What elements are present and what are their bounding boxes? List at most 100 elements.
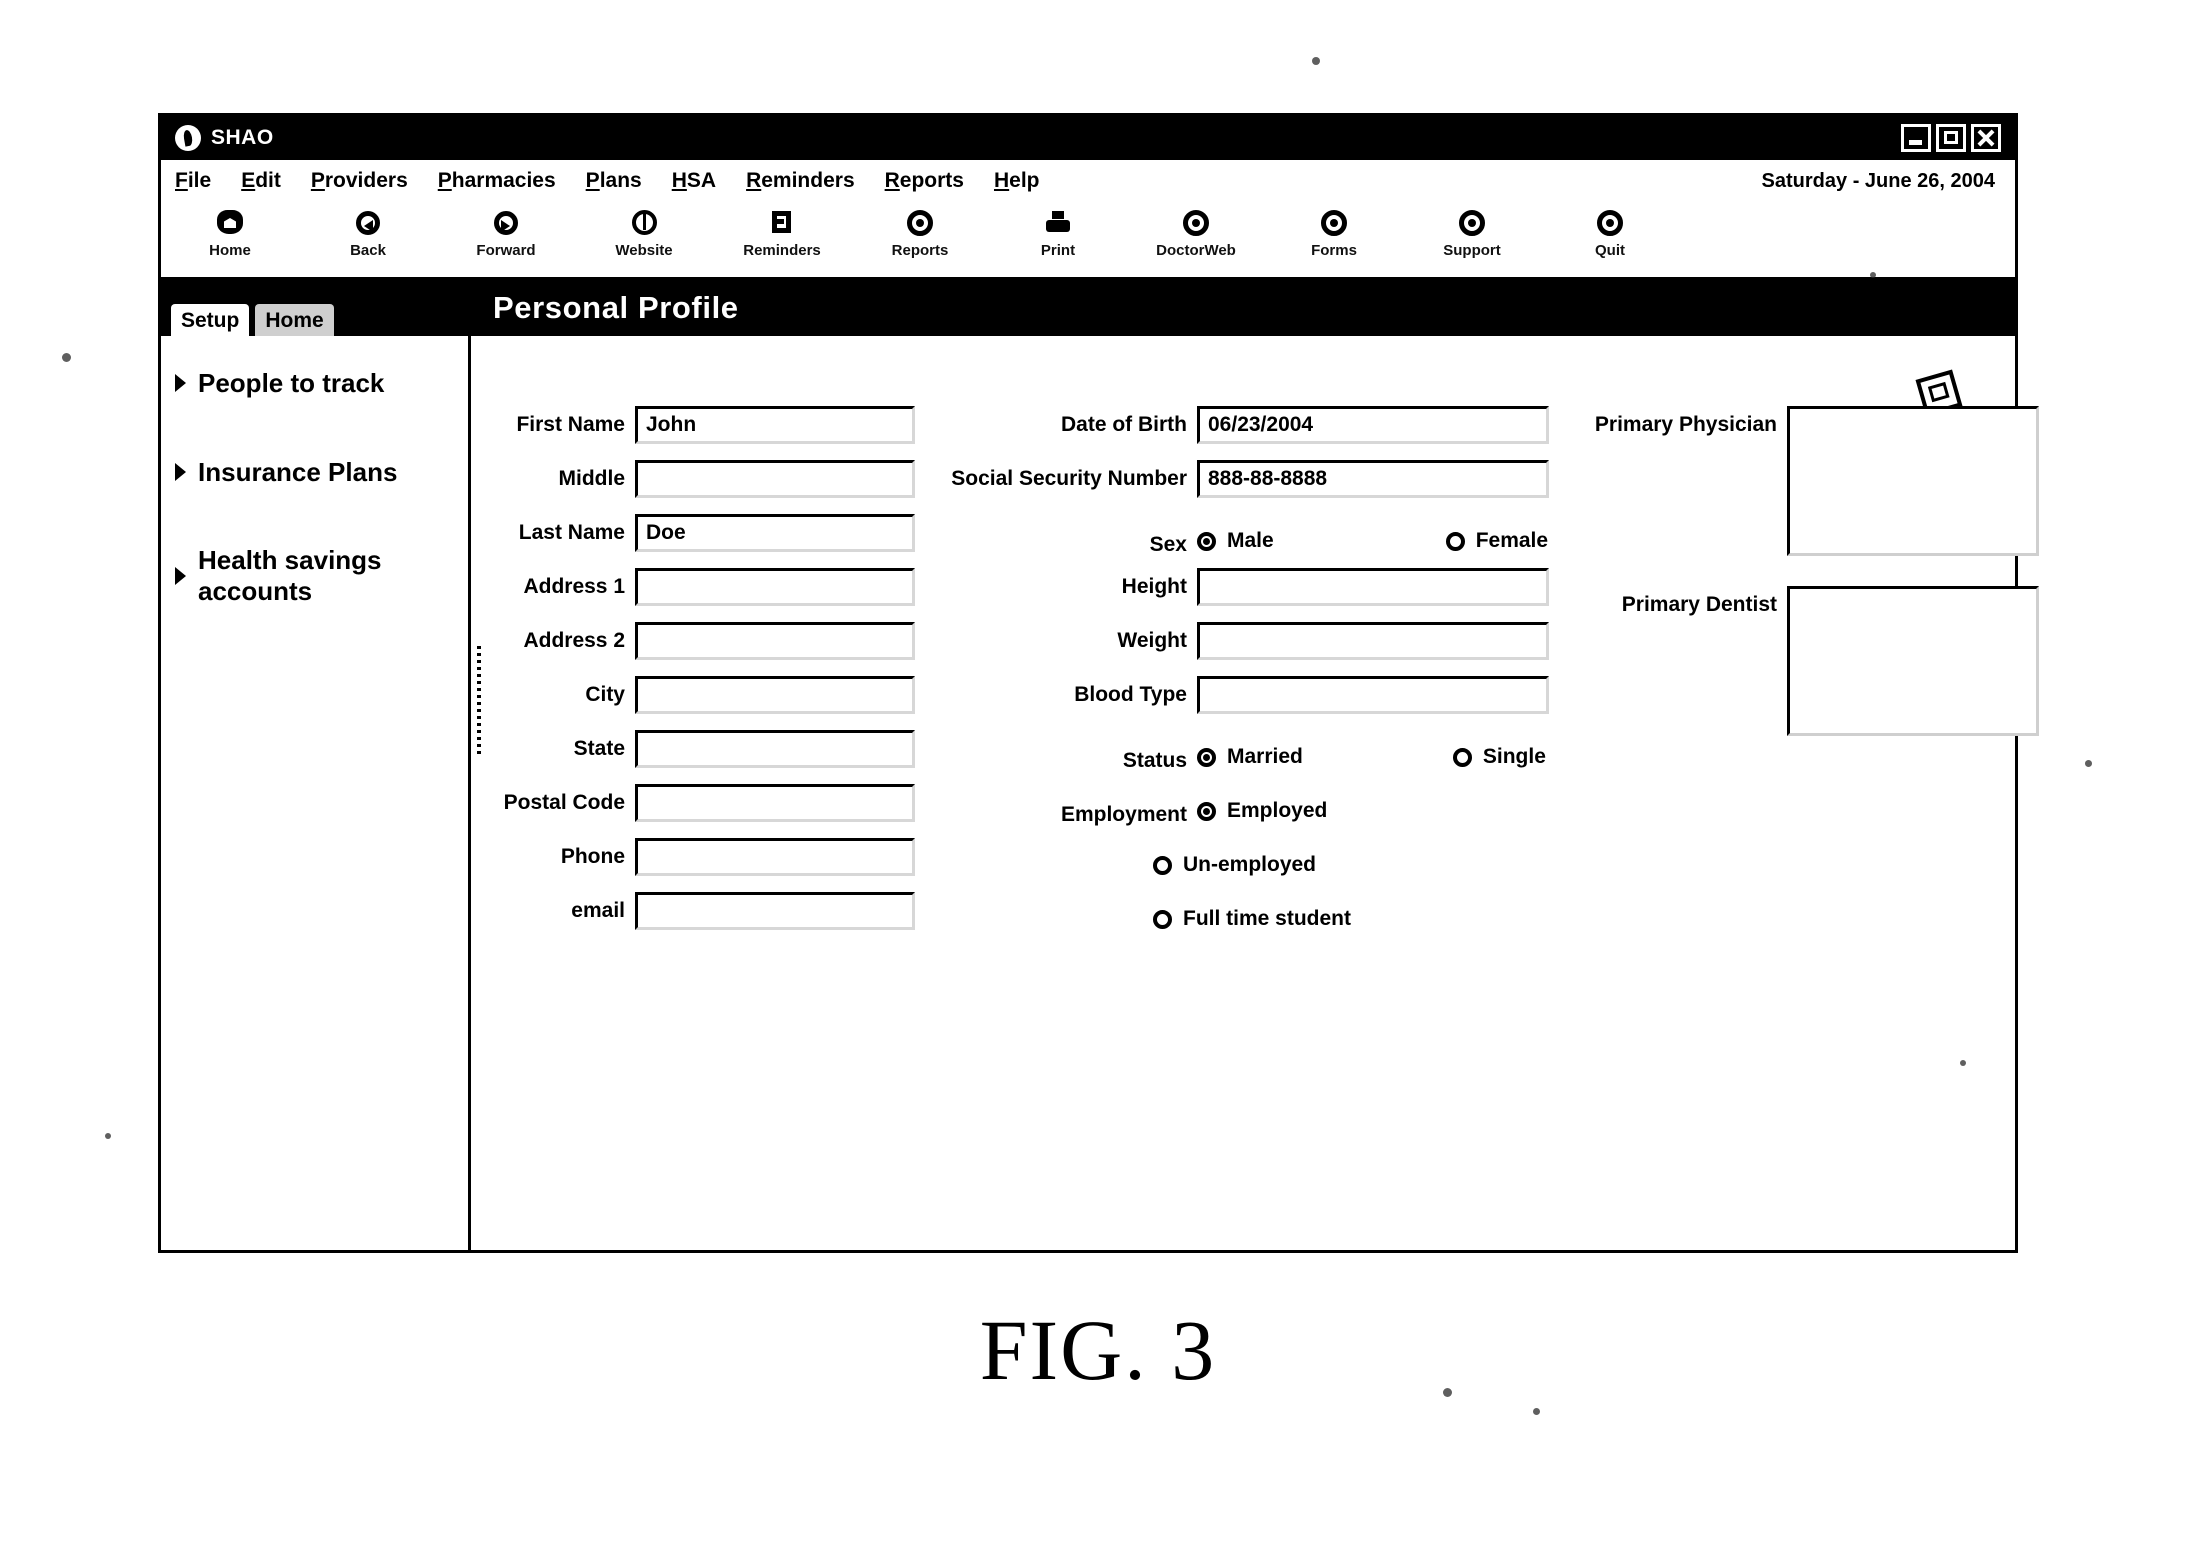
application-window: SHAO File Edit Providers Pharmacies Plan… bbox=[158, 113, 2039, 1253]
field-label: Employment bbox=[1060, 802, 1187, 826]
address-1-input[interactable] bbox=[635, 568, 915, 606]
toolbar-button-doctorweb[interactable]: DoctorWeb bbox=[1127, 208, 1265, 259]
radio-indicator bbox=[1153, 855, 1172, 875]
scan-speckle bbox=[1443, 1388, 1452, 1397]
field-label: Address 1 bbox=[523, 575, 625, 598]
radio-sex-female[interactable]: Female bbox=[1445, 529, 1549, 553]
menu-item-help[interactable]: Help bbox=[994, 169, 1040, 193]
radio-status-single[interactable]: Single bbox=[1452, 745, 1546, 769]
blood-type-input[interactable] bbox=[1197, 676, 1549, 714]
phone-input[interactable] bbox=[635, 838, 915, 876]
field-label: Postal Code bbox=[503, 791, 625, 814]
field-height: Height bbox=[929, 568, 1549, 622]
state-input[interactable] bbox=[635, 730, 915, 768]
toolbar-button-website[interactable]: Website bbox=[575, 208, 713, 259]
form-column-middle: Date of Birth 06/23/2004 Social Security… bbox=[929, 406, 1549, 946]
weight-input[interactable] bbox=[1197, 622, 1549, 660]
toolbar-button-support[interactable]: Support bbox=[1403, 208, 1541, 259]
target-icon bbox=[1595, 208, 1625, 238]
city-input[interactable] bbox=[635, 676, 915, 714]
toolbar-button-print[interactable]: Print bbox=[989, 208, 1127, 259]
radio-indicator bbox=[1197, 531, 1216, 551]
field-employment-student: Full time student bbox=[929, 892, 1549, 946]
field-social-security-number: Social Security Number 888-88-8888 bbox=[929, 460, 1549, 514]
menu-item-reports[interactable]: Reports bbox=[885, 169, 964, 193]
menu-item-pharmacies[interactable]: Pharmacies bbox=[438, 169, 556, 193]
reports-icon bbox=[905, 208, 935, 238]
sidebar-items: People to track Insurance Plans Health s… bbox=[161, 336, 468, 607]
radio-indicator bbox=[1452, 747, 1472, 767]
field-sex: Sex Male Female bbox=[929, 514, 1549, 568]
radio-employment-unemployed[interactable]: Un-employed bbox=[1153, 853, 1316, 877]
toolbar-button-reports[interactable]: Reports bbox=[851, 208, 989, 259]
height-input[interactable] bbox=[1197, 568, 1549, 606]
scan-speckle bbox=[1870, 272, 1876, 278]
toolbar-button-home[interactable]: Home bbox=[161, 208, 299, 259]
field-address-1: Address 1 bbox=[495, 568, 915, 622]
field-label: First Name bbox=[516, 413, 625, 436]
field-blood-type: Blood Type bbox=[929, 676, 1549, 730]
radio-label: Single bbox=[1482, 745, 1546, 768]
radio-label: Employed bbox=[1227, 799, 1328, 822]
toolbar-button-back[interactable]: Back bbox=[299, 208, 437, 259]
menu-item-edit[interactable]: Edit bbox=[241, 169, 281, 193]
sidebar-item-people-to-track[interactable]: People to track bbox=[169, 368, 468, 399]
radio-sex-male[interactable]: Male bbox=[1197, 529, 1274, 553]
toolbar-button-reminders[interactable]: Reminders bbox=[713, 208, 851, 259]
tab-setup[interactable]: Setup bbox=[169, 302, 252, 336]
toolbar-button-forward[interactable]: Forward bbox=[437, 208, 575, 259]
field-label: State bbox=[573, 737, 625, 760]
first-name-input[interactable]: John bbox=[635, 406, 915, 444]
postal-code-input[interactable] bbox=[635, 784, 915, 822]
scan-speckle bbox=[105, 1133, 111, 1139]
printer-icon bbox=[1043, 208, 1073, 238]
maximize-icon[interactable] bbox=[1936, 124, 1966, 152]
window-body: Setup Home People to track Insurance Pla… bbox=[161, 280, 2039, 1250]
scan-speckle bbox=[1312, 57, 1320, 65]
field-primary-dentist: Primary Dentist bbox=[1569, 586, 2039, 766]
field-label: Status bbox=[1122, 748, 1187, 772]
content-pane: Personal Profile notes First Name John M… bbox=[471, 280, 2039, 1250]
menu-item-reminders[interactable]: Reminders bbox=[746, 169, 855, 193]
radio-label: Female bbox=[1475, 529, 1549, 552]
toolbar-label: Print bbox=[1040, 242, 1076, 259]
social-security-number-input[interactable]: 888-88-8888 bbox=[1197, 460, 1549, 498]
field-weight: Weight bbox=[929, 622, 1549, 676]
field-date-of-birth: Date of Birth 06/23/2004 bbox=[929, 406, 1549, 460]
field-label: City bbox=[585, 683, 625, 706]
date-of-birth-input[interactable]: 06/23/2004 bbox=[1197, 406, 1549, 444]
tab-home[interactable]: Home bbox=[253, 302, 336, 336]
field-label: Primary Physician bbox=[1594, 413, 1777, 436]
field-employment-unemployed: Un-employed bbox=[929, 838, 1549, 892]
primary-physician-input[interactable] bbox=[1787, 406, 2039, 556]
toolbar-button-forms[interactable]: Forms bbox=[1265, 208, 1403, 259]
menu-item-hsa[interactable]: HSA bbox=[672, 169, 716, 193]
minimize-icon[interactable] bbox=[1901, 124, 1931, 152]
scan-speckle bbox=[1533, 1408, 1540, 1415]
radio-indicator bbox=[1445, 531, 1465, 551]
menu-item-plans[interactable]: Plans bbox=[586, 169, 642, 193]
primary-dentist-input[interactable] bbox=[1787, 586, 2039, 736]
radio-status-married[interactable]: Married bbox=[1197, 745, 1303, 769]
menu-item-file[interactable]: File bbox=[175, 169, 211, 193]
sidebar-item-health-savings-accounts[interactable]: Health savings accounts bbox=[169, 545, 468, 606]
radio-label: Full time student bbox=[1183, 907, 1351, 930]
menu-item-providers[interactable]: Providers bbox=[311, 169, 408, 193]
last-name-input[interactable]: Doe bbox=[635, 514, 915, 552]
sidebar-item-insurance-plans[interactable]: Insurance Plans bbox=[169, 457, 468, 488]
radio-employment-full-time-student[interactable]: Full time student bbox=[1153, 907, 1351, 931]
pane-split-handle[interactable] bbox=[477, 646, 481, 756]
field-label: Primary Dentist bbox=[1621, 593, 1777, 616]
email-input[interactable] bbox=[635, 892, 915, 930]
toolbar-label: Reports bbox=[891, 242, 949, 259]
field-label: Last Name bbox=[518, 521, 625, 544]
toolbar-label: Forward bbox=[476, 242, 536, 259]
close-icon[interactable] bbox=[1971, 124, 2001, 152]
toolbar-button-quit[interactable]: Quit bbox=[1541, 208, 1679, 259]
radio-employment-employed[interactable]: Employed bbox=[1197, 799, 1327, 823]
middle-name-input[interactable] bbox=[635, 460, 915, 498]
address-2-input[interactable] bbox=[635, 622, 915, 660]
content-header: Personal Profile bbox=[471, 280, 2015, 336]
field-label: email bbox=[571, 899, 625, 922]
sidebar: Setup Home People to track Insurance Pla… bbox=[161, 280, 471, 1250]
